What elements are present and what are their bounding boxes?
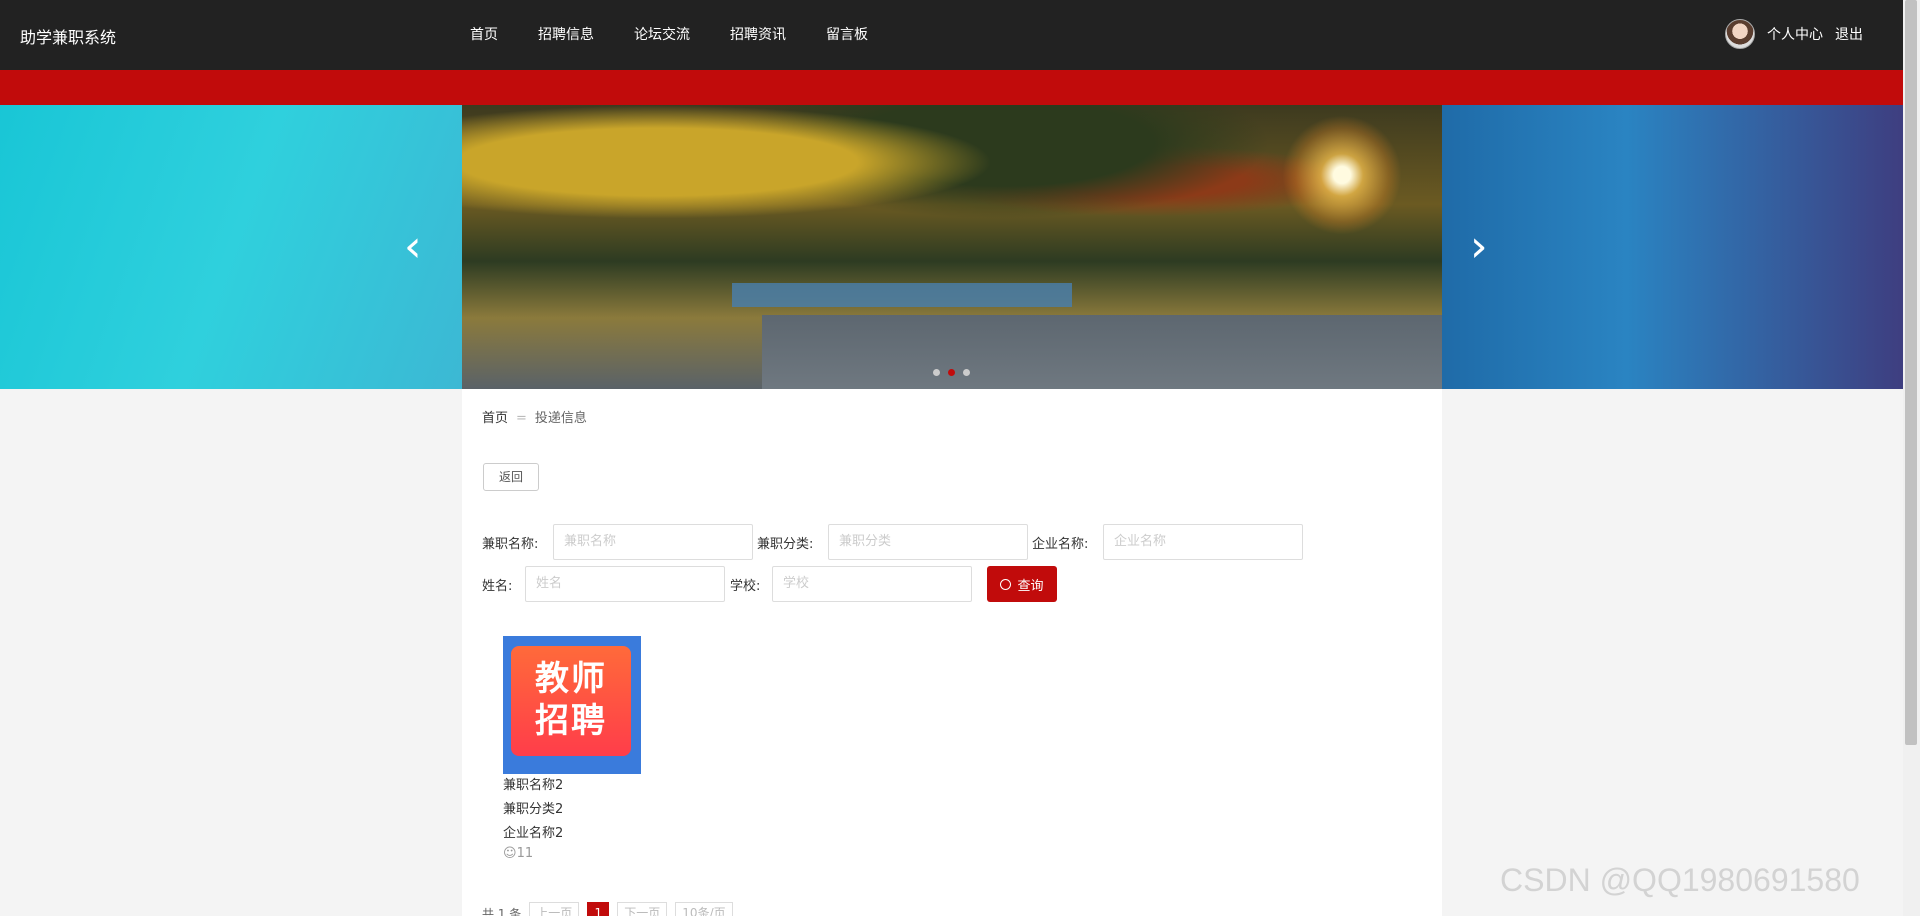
carousel-dot-2[interactable] <box>948 369 955 376</box>
carousel-dot-1[interactable] <box>933 369 940 376</box>
watermark: CSDN @QQ1980691580 <box>1500 862 1860 898</box>
search-button[interactable]: 查询 <box>987 566 1057 602</box>
job-name-label: 兼职名称: <box>482 537 539 552</box>
job-name: 兼职名称2 <box>503 778 564 793</box>
nav-news[interactable]: 招聘资讯 <box>730 24 786 44</box>
company-name: 企业名称2 <box>503 826 564 841</box>
avatar[interactable] <box>1725 19 1755 49</box>
total-count: 共 1 条 <box>482 906 522 916</box>
name-label: 姓名: <box>482 579 513 594</box>
nav-home[interactable]: 首页 <box>470 24 498 44</box>
main-nav: 首页 招聘信息 论坛交流 招聘资讯 留言板 <box>470 24 868 44</box>
next-page-button[interactable]: 下一页 <box>617 902 668 916</box>
school-input[interactable]: 学校 <box>772 566 972 602</box>
brand-title[interactable]: 助学兼职系统 <box>20 24 116 48</box>
breadcrumb: 首页 = 投递信息 <box>482 407 587 426</box>
job-category-label: 兼职分类: <box>757 537 814 552</box>
job-category-input[interactable]: 兼职分类 <box>828 524 1028 560</box>
page-1-button[interactable]: 1 <box>587 902 610 916</box>
job-name-input[interactable]: 兼职名称 <box>553 524 753 560</box>
main-content: 首页 = 投递信息 返回 兼职名称: 兼职名称 兼职分类: 兼职分类 企业名称: 企… <box>462 389 1442 916</box>
job-thumbnail[interactable]: 教师 招聘 <box>503 636 641 774</box>
name-input[interactable]: 姓名 <box>525 566 725 602</box>
top-navbar: 助学兼职系统 首页 招聘信息 论坛交流 招聘资讯 留言板 个人中心 退出 <box>0 0 1903 70</box>
school-label: 学校: <box>730 579 761 594</box>
user-center-link[interactable]: 个人中心 <box>1767 24 1823 44</box>
nav-recruitment[interactable]: 招聘信息 <box>538 24 594 44</box>
search-icon <box>1000 578 1012 590</box>
user-icon: ☺ <box>503 846 517 861</box>
scrollbar-thumb[interactable] <box>1905 0 1917 745</box>
banner-prev-slide <box>0 105 462 389</box>
pagination: 共 1 条 上一页 1 下一页 10条/页 <box>482 902 733 916</box>
thumbnail-text-2: 招聘 <box>535 701 607 741</box>
search-button-label: 查询 <box>1017 578 1044 594</box>
chevron-right-icon[interactable]: › <box>1470 225 1488 269</box>
count-value: 11 <box>516 846 534 861</box>
breadcrumb-current: 投递信息 <box>534 411 587 426</box>
list-item[interactable]: 教师 招聘 兼职名称2 兼职分类2 企业名称2 ☺11 <box>503 636 643 861</box>
banner-image <box>462 105 1442 389</box>
job-category: 兼职分类2 <box>503 802 564 817</box>
logout-link[interactable]: 退出 <box>1835 24 1863 44</box>
page-size-select[interactable]: 10条/页 <box>675 902 733 916</box>
back-button[interactable]: 返回 <box>483 463 539 491</box>
breadcrumb-separator: = <box>516 411 527 426</box>
accent-bar <box>0 70 1903 105</box>
banner-next-slide <box>1442 105 1903 389</box>
nav-forum[interactable]: 论坛交流 <box>634 24 690 44</box>
thumbnail-graphic: 教师 招聘 <box>511 646 631 756</box>
chevron-left-icon[interactable]: ‹ <box>404 225 422 269</box>
carousel-dot-3[interactable] <box>963 369 970 376</box>
nav-message-board[interactable]: 留言板 <box>826 24 868 44</box>
company-label: 企业名称: <box>1032 537 1089 552</box>
view-count: ☺11 <box>503 846 643 861</box>
breadcrumb-home[interactable]: 首页 <box>482 411 508 426</box>
carousel-indicators <box>933 369 970 376</box>
thumbnail-text-1: 教师 <box>535 659 607 699</box>
user-menu: 个人中心 退出 <box>1725 19 1863 49</box>
prev-page-button[interactable]: 上一页 <box>529 902 580 916</box>
company-input[interactable]: 企业名称 <box>1103 524 1303 560</box>
banner-carousel: ‹ › <box>0 105 1903 389</box>
